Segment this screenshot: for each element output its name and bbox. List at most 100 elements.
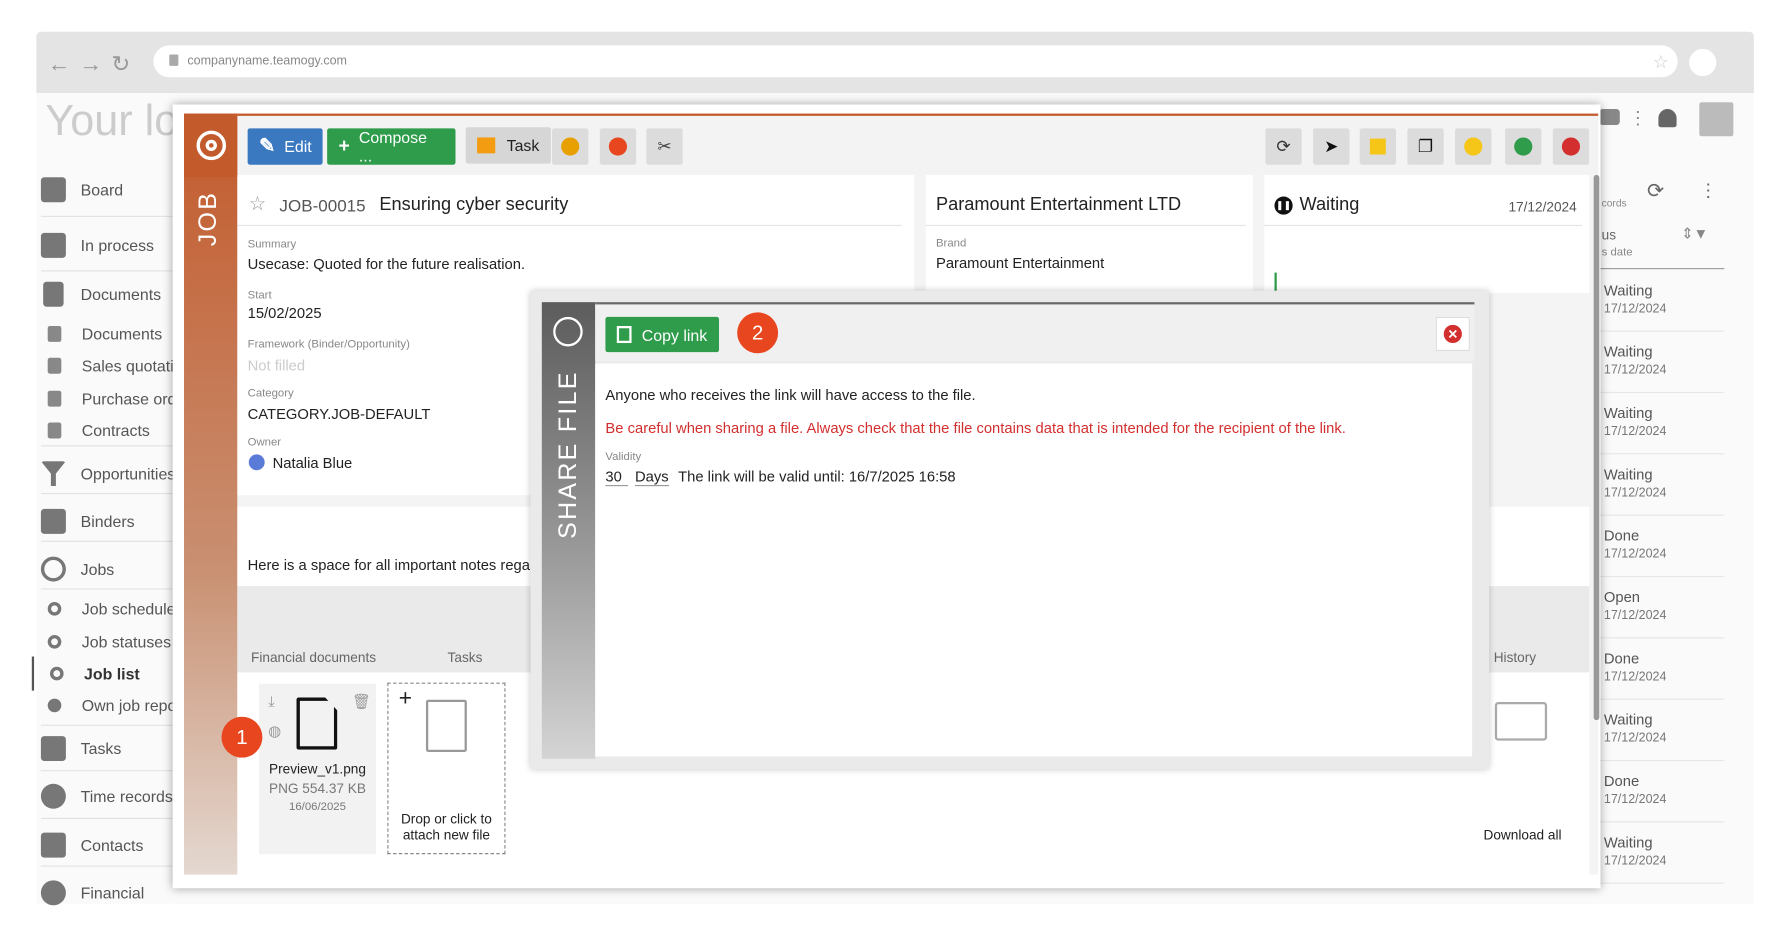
target-icon [49,666,64,681]
edit-label: Edit [284,137,312,156]
tab-financial-documents[interactable]: Financial documents [251,650,376,666]
status-date: 17/12/2024 [1508,198,1577,215]
sidebar-item-documents[interactable]: Documents [32,277,180,311]
add-icon: + [398,686,412,712]
dropzone[interactable]: + Drop or click to attach new file [387,682,506,855]
list-row-status: Waiting [1603,404,1653,422]
sidebar-item-documents-sub[interactable]: Documents [32,317,180,351]
download-all-link[interactable]: Download all [1483,827,1561,843]
tools-button[interactable]: ✂ [646,128,683,165]
send-button[interactable]: ➤ [1313,128,1350,165]
folder-download-icon[interactable] [1494,701,1548,741]
sidebar-label: Purchase orde [81,389,180,408]
complete-status-button[interactable] [1505,128,1542,165]
sidebar-item-job-statuses[interactable]: Job statuses [32,625,180,659]
list-row-status: Waiting [1603,343,1653,361]
profile-avatar[interactable] [1689,48,1717,77]
task-label: Task [506,136,540,155]
sidebar-item-contracts[interactable]: Contracts [32,413,180,447]
sidebar-item-purchase-orders[interactable]: Purchase orde [32,382,180,416]
timer-button[interactable] [599,128,637,165]
pause-status-button[interactable] [1455,128,1492,165]
more-icon[interactable]: ⋮ [1699,179,1717,202]
sidebar-item-financial[interactable]: Financial [32,876,180,910]
clock-button[interactable] [552,128,589,165]
dollar-icon [40,880,66,906]
summary-value: Usecase: Quoted for the future realisati… [247,255,526,273]
briefcase-icon [40,508,66,534]
browser-nav[interactable]: ←→↻ [48,50,140,78]
refresh-icon[interactable]: ⟳ [1647,179,1664,203]
scrollbar[interactable] [1593,174,1600,721]
validity-unit-select[interactable]: Days [634,468,669,487]
bell-icon[interactable] [1658,109,1677,128]
sidebar-item-time-records[interactable]: Time records [32,779,180,813]
list-row-date: 17/12/2024 [1603,608,1667,623]
edit-button[interactable]: ✎ Edit [247,128,324,165]
sidebar-item-tasks[interactable]: Tasks [32,732,180,766]
refresh-button[interactable]: ⟳ [1265,128,1302,165]
trash-icon[interactable]: 🗑 [352,693,371,711]
tab-history[interactable]: History [1494,650,1536,666]
task-button[interactable]: Task [465,127,551,164]
list-row-date: 17/12/2024 [1603,854,1667,868]
target-icon [47,602,62,616]
status-value[interactable]: Waiting [1299,195,1359,215]
upload-icon [425,699,467,752]
edit-icon: ✎ [258,135,276,157]
file-card[interactable]: ⤓ ◍ 🗑 Preview_v1.png PNG 554.37 KB 16/06… [258,683,376,855]
compose-button[interactable]: + Compose ... [327,128,456,165]
plus-icon: + [338,135,350,157]
download-icon[interactable]: ⤓ [268,693,275,711]
sidebar-item-in-process[interactable]: In process [32,228,180,262]
sidebar-label: Job schedule [81,599,176,618]
bookmark-star-icon[interactable]: ☆ [1653,51,1669,74]
sidebar-item-job-schedule[interactable]: Job schedule [32,592,180,626]
process-icon [40,232,66,258]
note-button[interactable] [1359,128,1397,165]
sidebar-item-contacts[interactable]: Contacts [32,828,180,862]
sidebar-item-binders[interactable]: Binders [32,504,180,538]
tab-tasks[interactable]: Tasks [448,650,483,666]
list-row-status: Waiting [1603,833,1653,851]
list-row-date: 17/12/2024 [1603,363,1667,378]
sidebar: Board In process Documents Documents Sal… [31,170,180,910]
notes-text[interactable]: Here is a space for all important notes … [248,557,530,574]
list-row-date: 17/12/2024 [1603,547,1667,562]
sticky-note-icon [1369,138,1386,155]
sidebar-label: Job statuses [81,632,172,651]
chat-icon[interactable] [1599,109,1620,125]
sidebar-item-jobs[interactable]: Jobs [32,552,180,586]
category-label: Category [247,387,294,400]
user-avatar-icon[interactable] [1699,102,1734,137]
list-row-status: Waiting [1603,711,1653,729]
sidebar-item-job-list[interactable]: Job list [31,656,180,691]
file-meta: PNG 554.37 KB [268,780,366,797]
client-name[interactable]: Paramount Entertainment LTD [936,195,1181,215]
brand-label: Brand [935,237,967,250]
close-icon: ✕ [1443,324,1462,344]
close-dialog-button[interactable]: ✕ [1435,316,1470,351]
sidebar-item-opportunities[interactable]: Opportunities [32,457,180,491]
dollar-icon [47,698,62,713]
globe-icon[interactable]: ◍ [268,722,281,740]
sidebar-label: Documents [81,324,163,344]
cancel-status-button[interactable] [1552,128,1590,165]
sidebar-item-board[interactable]: Board [32,173,180,207]
copy-link-button[interactable]: Copy link [605,316,719,353]
sidebar-item-sales-quotations[interactable]: Sales quotatio [32,349,179,383]
copy-button[interactable]: ❐ [1407,128,1444,165]
address-bar[interactable]: companyname.teamogy.com [153,45,1678,78]
tasks-icon [40,736,66,762]
share-sidebar: SHARE FILE [541,302,596,759]
validity-input[interactable]: 30 [605,468,629,487]
sort-filter-icon[interactable]: ⇕▼ [1681,225,1708,243]
list-row-status: Done [1603,772,1640,790]
more-icon[interactable]: ⋮ [1629,107,1647,130]
document-icon [43,281,64,307]
status-panel: ❚❚ Waiting 17/12/2024 [1264,174,1590,294]
star-icon[interactable]: ☆ [249,193,266,216]
owner-label: Owner [247,436,282,449]
job-sidebar-label: JOB [193,190,222,247]
sidebar-item-own-job-report[interactable]: Own job repor [32,688,179,722]
